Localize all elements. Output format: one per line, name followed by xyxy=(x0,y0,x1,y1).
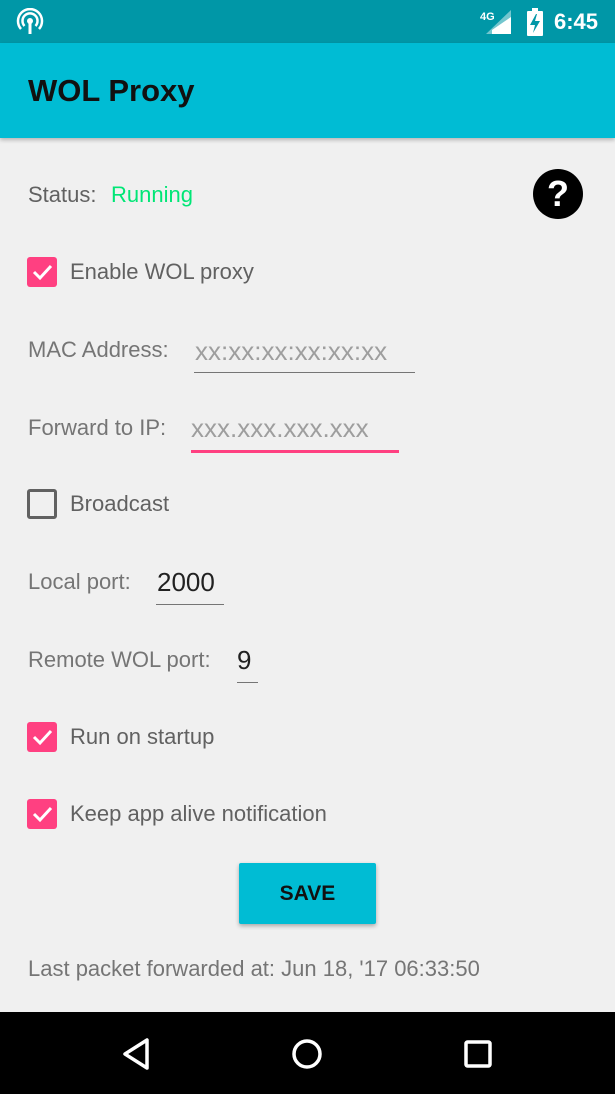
battery-charging-icon xyxy=(527,8,543,36)
network-type-label: 4G xyxy=(480,11,495,23)
navigation-bar xyxy=(0,1012,615,1094)
local-port-label: Local port: xyxy=(28,569,131,594)
checkmark-icon xyxy=(32,806,53,823)
mac-address-label: MAC Address: xyxy=(28,337,169,362)
hotspot-icon xyxy=(16,8,44,34)
help-icon: ? xyxy=(547,173,569,214)
remote-port-value: 9 xyxy=(237,645,252,675)
local-port-underline xyxy=(156,604,224,605)
forward-ip-placeholder: xxx.xxx.xxx.xxx xyxy=(191,413,369,443)
remote-port-input[interactable]: 9 xyxy=(237,644,251,676)
keep-alive-checkbox[interactable] xyxy=(27,799,57,829)
broadcast-label[interactable]: Broadcast xyxy=(70,490,169,518)
signal-4g-icon: 4G xyxy=(480,10,511,34)
clock: 6:45 xyxy=(554,9,599,34)
broadcast-checkbox[interactable] xyxy=(27,489,57,519)
local-port-input[interactable]: 2000 xyxy=(157,566,215,598)
run-on-startup-label[interactable]: Run on startup xyxy=(70,723,214,751)
enable-proxy-label[interactable]: Enable WOL proxy xyxy=(70,258,254,286)
keep-alive-label[interactable]: Keep app alive notification xyxy=(70,800,327,828)
forward-ip-underline xyxy=(191,450,399,453)
local-port-value: 2000 xyxy=(157,567,215,597)
status-bar: 4G 6:45 xyxy=(0,0,615,43)
forward-ip-input[interactable]: xxx.xxx.xxx.xxx xyxy=(191,412,369,444)
remote-port-underline xyxy=(237,682,258,683)
status-value: Running xyxy=(111,182,193,207)
mac-address-underline xyxy=(194,372,415,373)
home-icon[interactable] xyxy=(287,1034,327,1074)
forward-ip-label: Forward to IP: xyxy=(28,415,167,440)
remote-port-label: Remote WOL port: xyxy=(28,647,211,672)
mac-address-input[interactable]: xx:xx:xx:xx:xx:xx xyxy=(195,335,387,367)
run-on-startup-checkbox[interactable] xyxy=(27,722,57,752)
save-button[interactable]: SAVE xyxy=(239,863,376,924)
help-button[interactable]: ? xyxy=(533,169,583,219)
recents-icon[interactable] xyxy=(458,1034,498,1074)
checkmark-icon xyxy=(32,729,53,746)
status-label: Status: xyxy=(28,182,97,207)
last-packet-text: Last packet forwarded at: Jun 18, '17 06… xyxy=(28,956,480,981)
checkmark-icon xyxy=(32,264,53,281)
app-title: WOL Proxy xyxy=(28,73,195,108)
enable-proxy-checkbox[interactable] xyxy=(27,257,57,287)
mac-address-placeholder: xx:xx:xx:xx:xx:xx xyxy=(195,336,388,366)
app-bar: WOL Proxy xyxy=(0,43,615,138)
back-icon[interactable] xyxy=(117,1034,157,1074)
